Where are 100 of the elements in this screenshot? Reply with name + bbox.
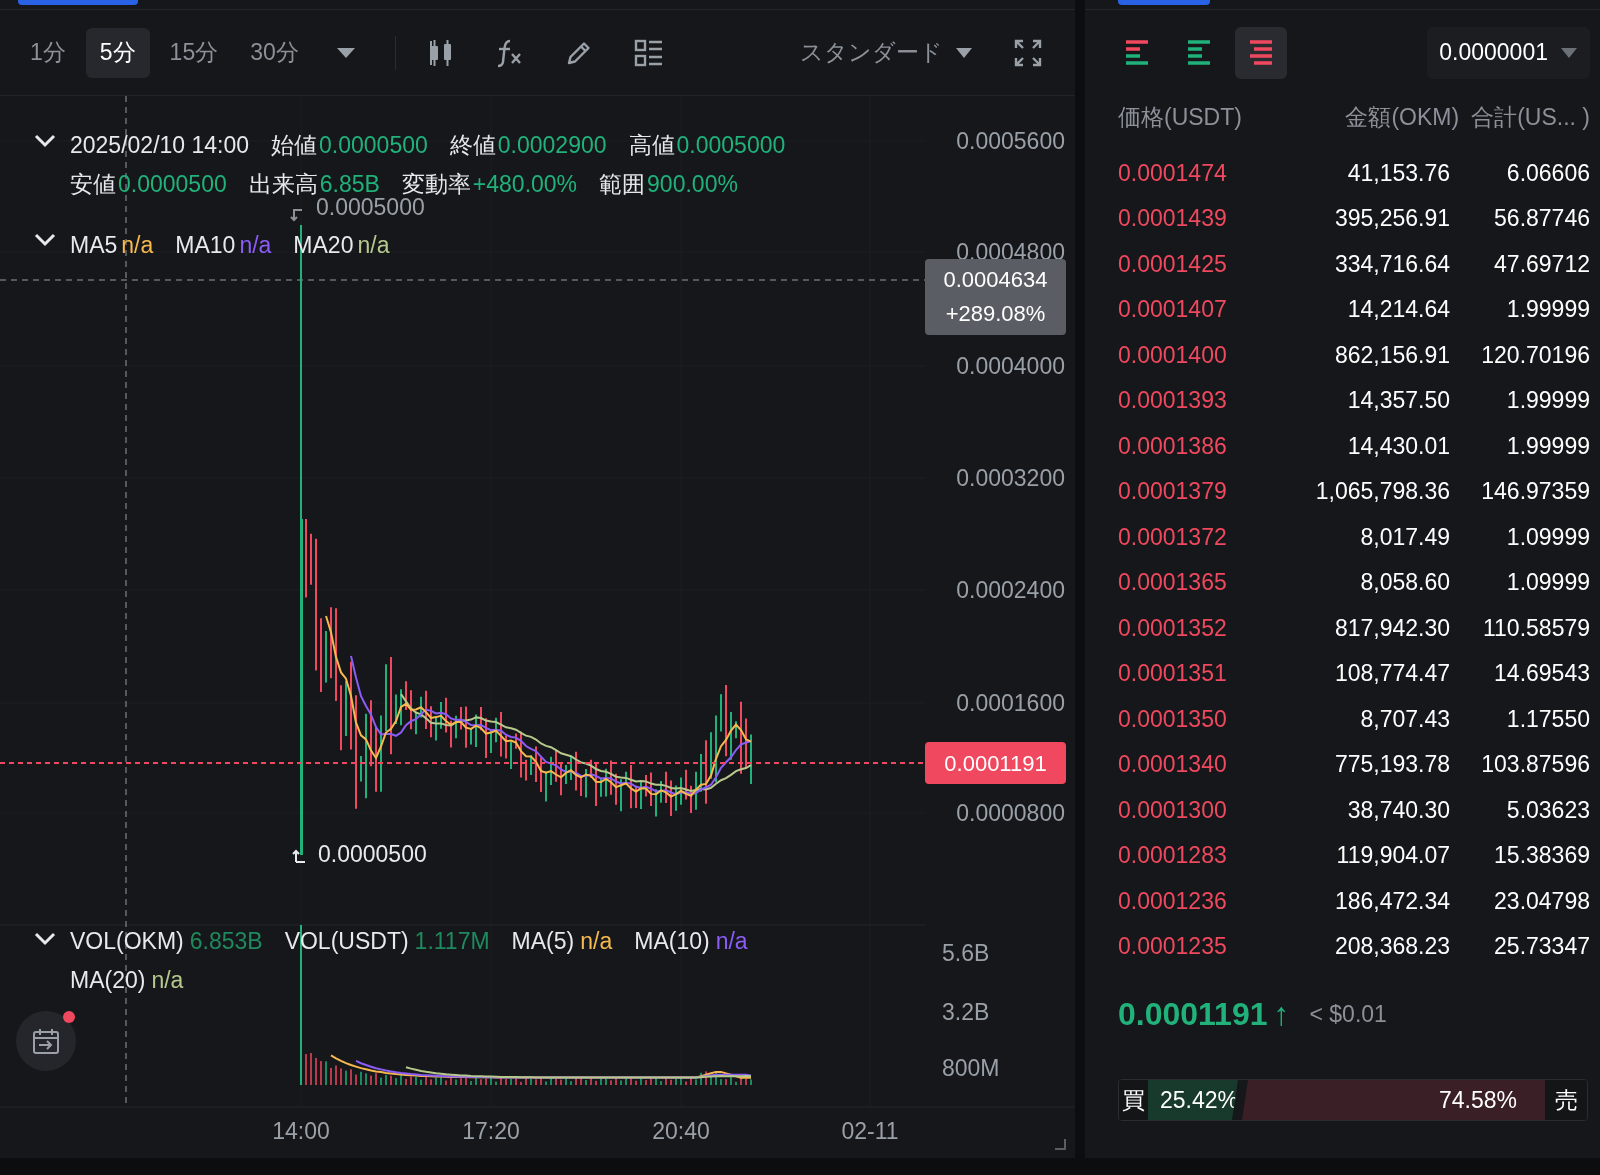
ask-amount: 817,942.30 <box>1334 613 1450 643</box>
ask-amount: 14,430.01 <box>1347 431 1450 461</box>
sell-label: 売 <box>1545 1080 1587 1120</box>
low-price-marker: 0.0000500 <box>318 840 427 868</box>
ask-total: 1.17550 <box>1505 704 1590 734</box>
resize-handle-icon[interactable] <box>1054 1138 1066 1150</box>
time-axis-label: 02-11 <box>840 1117 900 1145</box>
ask-amount: 41,153.76 <box>1347 158 1450 188</box>
ask-amount: 38,740.30 <box>1347 795 1450 825</box>
volume-axis-label: 3.2B <box>942 998 990 1026</box>
calendar-icon <box>31 1026 61 1056</box>
column-header: 価格(USDT) <box>1118 103 1242 133</box>
price-axis-label: 0.0000800 <box>956 799 1065 827</box>
last-price-label: 0.0001191 <box>925 742 1066 784</box>
volume-legend-item: MA(5) n/a <box>511 927 613 956</box>
ask-price: 0.0001379 <box>1118 477 1228 506</box>
ask-amount: 119,904.07 <box>1336 841 1450 870</box>
ask-price: 0.0001372 <box>1118 522 1228 552</box>
ask-price: 0.0001365 <box>1118 568 1228 597</box>
buy-label: 買 <box>1119 1080 1148 1120</box>
volume-axis-label: 5.6B <box>942 939 990 967</box>
ask-total: 25.73347 <box>1493 932 1590 961</box>
timeframe-tab[interactable]: 1分 <box>18 27 78 78</box>
ask-total: 120.70196 <box>1480 340 1590 370</box>
ohlc-field: 範囲 900.00% <box>599 165 738 204</box>
ask-amount: 862,156.91 <box>1334 340 1450 370</box>
ask-amount: 775,193.78 <box>1334 750 1450 779</box>
ask-amount: 8,017.49 <box>1360 522 1450 552</box>
ask-price: 0.0001236 <box>1118 886 1228 916</box>
ask-price: 0.0001439 <box>1118 204 1228 233</box>
timeframe-tab[interactable]: 5分 <box>85 27 150 78</box>
volume-legend-item: MA(20) n/a <box>70 966 184 995</box>
caret-icon[interactable] <box>334 45 357 60</box>
ask-amount: 395,256.91 <box>1334 204 1450 233</box>
caret-icon <box>955 46 973 59</box>
ohlc-field: 高値0.0005000 <box>628 126 786 165</box>
ask-price: 0.0001283 <box>1118 841 1228 870</box>
last-trade-price: 0.0001191 ↑ <box>1118 995 1290 1034</box>
ask-total: 1.99999 <box>1505 295 1590 324</box>
ask-price: 0.0001425 <box>1118 249 1228 279</box>
timeframe-tab[interactable]: 15分 <box>157 27 231 78</box>
chevron-down-icon[interactable] <box>34 932 56 946</box>
chevron-down-icon[interactable] <box>34 233 56 247</box>
ask-price: 0.0001352 <box>1118 613 1228 643</box>
layout-list-icon[interactable] <box>633 38 664 67</box>
time-axis-label: 20:40 <box>651 1117 711 1145</box>
chevron-down-icon[interactable] <box>34 134 56 148</box>
price-axis-label: 0.0001600 <box>956 689 1065 717</box>
ask-price: 0.0001235 <box>1118 932 1228 961</box>
caret-icon <box>1560 46 1578 59</box>
ohlc-field: 安値0.0000500 <box>70 165 227 204</box>
ask-amount: 8,707.43 <box>1360 704 1450 734</box>
ask-amount: 1,065,798.36 <box>1315 477 1450 506</box>
ask-total: 14.69543 <box>1493 659 1590 688</box>
ask-price: 0.0001300 <box>1118 795 1228 825</box>
time-axis-label: 14:00 <box>271 1117 331 1145</box>
sell-percent: 74.58% <box>1439 1085 1517 1115</box>
volume-legend-item: MA(10) n/a <box>634 927 748 956</box>
price-axis-label: 0.0003200 <box>956 464 1065 492</box>
ask-total: 1.99999 <box>1505 431 1590 461</box>
column-header: 合計(US... ) <box>1471 103 1590 133</box>
ask-total: 146.97359 <box>1480 477 1590 506</box>
candlestick-icon[interactable] <box>427 37 454 68</box>
ask-total: 103.87596 <box>1480 750 1590 779</box>
ask-total: 23.04798 <box>1493 886 1590 916</box>
ask-total: 6.06606 <box>1505 158 1590 188</box>
ask-total: 1.09999 <box>1505 522 1590 552</box>
ask-total: 5.03623 <box>1505 795 1590 825</box>
arrow-icon <box>290 208 304 222</box>
usd-price: < $0.01 <box>1309 999 1387 1029</box>
ask-total: 15.38369 <box>1493 841 1590 870</box>
ask-total: 1.99999 <box>1505 386 1590 415</box>
ask-price: 0.0001350 <box>1118 704 1228 734</box>
ask-amount: 208,368.23 <box>1334 932 1450 961</box>
precision-dropdown[interactable]: 0.0000001 <box>1427 26 1590 79</box>
crosshair-price-label: 0.0004634 +289.08% <box>925 259 1066 335</box>
ask-price: 0.0001407 <box>1118 295 1228 324</box>
time-axis-label: 17:20 <box>461 1117 521 1145</box>
arrow-icon <box>292 848 306 864</box>
chart-style-dropdown[interactable]: スタンダード <box>800 27 973 78</box>
ask-total: 1.09999 <box>1505 568 1590 597</box>
ask-total: 56.87746 <box>1493 204 1590 233</box>
ask-amount: 14,214.64 <box>1347 295 1450 324</box>
timeframe-tab[interactable]: 30分 <box>238 27 311 78</box>
ask-total: 110.58579 <box>1482 613 1590 643</box>
ohlc-date: 2025/02/10 14:00 <box>70 131 250 160</box>
ohlc-field: 始値0.0000500 <box>271 126 428 165</box>
ask-amount: 14,357.50 <box>1347 386 1450 415</box>
ask-price: 0.0001474 <box>1118 158 1228 188</box>
price-axis-label: 0.0004000 <box>956 352 1065 380</box>
ask-total: 47.69712 <box>1493 249 1590 279</box>
ask-amount: 334,716.64 <box>1334 249 1450 279</box>
ask-amount: 186,472.34 <box>1334 886 1450 916</box>
price-axis-label: 0.0005600 <box>956 127 1065 155</box>
ma-legend-item: MA5 n/a <box>70 231 154 260</box>
order-book-view-button[interactable] <box>1235 26 1287 79</box>
fullscreen-icon[interactable] <box>1013 37 1043 68</box>
ask-amount: 108,774.47 <box>1334 659 1450 688</box>
ohlc-field: 終値0.0002900 <box>449 126 607 165</box>
buy-percent: 25.42% <box>1159 1085 1238 1115</box>
